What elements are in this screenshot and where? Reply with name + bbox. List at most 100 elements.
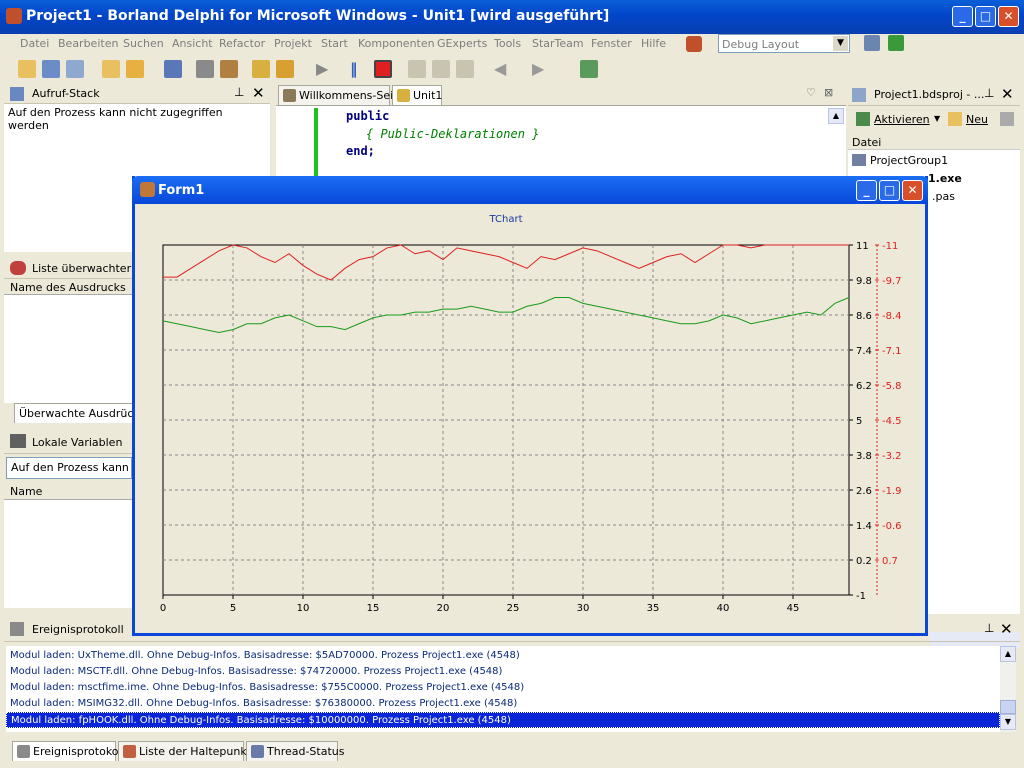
forward-arrow-icon[interactable]: ▶	[532, 60, 550, 78]
code-line-comment: { Public-Deklarationen }	[366, 127, 540, 141]
form-close-button[interactable]: ✕	[902, 180, 923, 201]
project-col-file[interactable]: Datei	[848, 134, 1020, 150]
event-log-line[interactable]: Modul laden: MSCTF.dll. Ohne Debug-Infos…	[6, 664, 1000, 680]
scroll-thumb[interactable]	[1000, 700, 1016, 714]
menu-starteam[interactable]: StarTeam	[532, 37, 584, 50]
activate-button[interactable]: Aktivieren	[874, 113, 930, 126]
tab-unit1[interactable]: Unit1	[392, 85, 442, 105]
scroll-up-icon[interactable]: ▲	[1000, 646, 1016, 662]
save-layout-icon[interactable]	[864, 35, 880, 51]
close-button[interactable]: ✕	[998, 6, 1019, 27]
step-over-icon[interactable]	[432, 60, 450, 78]
y-tick-label: 1.4	[856, 521, 872, 532]
menu-datei[interactable]: Datei	[20, 37, 49, 50]
y2-tick-label: -9.7	[882, 276, 902, 287]
close-panel-icon[interactable]: ✕	[252, 84, 265, 102]
pin-icon[interactable]: ⊥	[984, 621, 994, 635]
project-exe[interactable]: 1.exe	[928, 172, 962, 185]
menu-hilfe[interactable]: Hilfe	[641, 37, 666, 50]
toolbar: ▶ ‖ ◀ ▶	[4, 56, 604, 84]
event-log-line-selected[interactable]: Modul laden: fpHOOK.dll. Ohne Debug-Info…	[6, 712, 1000, 728]
pause-icon[interactable]: ‖	[350, 60, 368, 78]
chevron-down-icon[interactable]: ▼	[833, 36, 848, 51]
form-maximize-button[interactable]: □	[879, 180, 900, 201]
save-icon[interactable]	[164, 60, 182, 78]
menu-gexperts[interactable]: GExperts	[437, 37, 487, 50]
menu-komponenten[interactable]: Komponenten	[358, 37, 435, 50]
remove-file-icon[interactable]	[276, 60, 294, 78]
open-project-icon[interactable]	[126, 60, 144, 78]
new-icon[interactable]	[18, 60, 36, 78]
chevron-down-icon[interactable]: ▼	[934, 114, 940, 123]
y2-tick-label: -4.5	[882, 416, 902, 427]
delphi-app-icon	[6, 8, 22, 24]
add-file-icon[interactable]	[252, 60, 270, 78]
scroll-up-icon[interactable]: ▲	[828, 108, 844, 124]
tab-thread-status[interactable]: Thread-Status	[246, 741, 344, 761]
menu-tools[interactable]: Tools	[494, 37, 521, 50]
project-pas[interactable]: .pas	[932, 190, 955, 203]
project-group[interactable]: ProjectGroup1	[870, 154, 948, 167]
callstack-icon	[10, 87, 24, 101]
pin-icon[interactable]: ⊥	[234, 85, 244, 99]
run-layout-icon[interactable]	[888, 35, 904, 51]
menu-ansicht[interactable]: Ansicht	[172, 37, 213, 50]
pin-icon[interactable]: ⊥	[984, 86, 994, 100]
open-icon[interactable]	[42, 60, 60, 78]
menu-start[interactable]: Start	[321, 37, 348, 50]
x-tick-label: 0	[160, 603, 166, 614]
view-form-icon[interactable]	[220, 60, 238, 78]
code-editor[interactable]: public { Public-Deklarationen } end; ▲	[276, 105, 846, 184]
close-tab-icon[interactable]: ⊠	[824, 86, 833, 99]
form-icon	[140, 182, 155, 197]
menu-projekt[interactable]: Projekt	[274, 37, 312, 50]
remove-icon[interactable]	[1000, 112, 1014, 126]
y-tick-label: 9.8	[856, 276, 872, 287]
chart-title: TChart	[488, 214, 522, 225]
tab-breakpoints[interactable]: Liste der Haltepunkte	[118, 741, 258, 761]
view-unit-icon[interactable]	[196, 60, 214, 78]
run-icon[interactable]: ▶	[316, 60, 334, 78]
event-log-scrollbar[interactable]: ▲ ▼	[1000, 646, 1016, 732]
tab-watch[interactable]: Überwachte Ausdrücke	[14, 403, 152, 423]
favorite-icon[interactable]: ♡	[806, 86, 816, 99]
close-panel-icon[interactable]: ✕	[1001, 85, 1014, 103]
new-project-icon[interactable]	[102, 60, 120, 78]
unit-file-icon	[397, 89, 410, 102]
run-to-cursor-icon[interactable]	[456, 60, 474, 78]
layout-select[interactable]: Debug Layout ▼	[718, 34, 850, 53]
back-arrow-icon[interactable]: ◀	[494, 60, 512, 78]
event-log-list[interactable]: Modul laden: UxTheme.dll. Ohne Debug-Inf…	[6, 646, 1000, 732]
y-tick-label: 6.2	[856, 381, 872, 392]
watch-col-name[interactable]: Name des Ausdrucks	[10, 281, 126, 294]
maximize-button[interactable]: □	[975, 6, 996, 27]
delphi-helmet-icon	[686, 36, 702, 52]
glasses-icon	[10, 261, 26, 275]
save-all-icon[interactable]	[66, 60, 84, 78]
menu-suchen[interactable]: Suchen	[123, 37, 164, 50]
menu-bearbeiten[interactable]: Bearbeiten	[58, 37, 118, 50]
menu-refactor[interactable]: Refactor	[219, 37, 265, 50]
event-log-line[interactable]: Modul laden: MSIMG32.dll. Ohne Debug-Inf…	[6, 696, 1000, 712]
new-button[interactable]: Neu	[966, 113, 988, 126]
event-log-line[interactable]: Modul laden: msctfime.ime. Ohne Debug-In…	[6, 680, 1000, 696]
event-log-line[interactable]: Modul laden: UxTheme.dll. Ohne Debug-Inf…	[6, 648, 1000, 664]
locals-col-name[interactable]: Name	[10, 485, 42, 498]
close-panel-icon[interactable]: ✕	[1000, 620, 1013, 638]
x-tick-label: 40	[717, 603, 730, 614]
locals-title: Lokale Variablen	[32, 436, 123, 449]
trace-into-icon[interactable]	[408, 60, 426, 78]
form-minimize-button[interactable]: _	[856, 180, 877, 201]
menu-fenster[interactable]: Fenster	[591, 37, 632, 50]
scroll-down-icon[interactable]: ▼	[1000, 714, 1016, 730]
tab-event-log[interactable]: Ereignisprotokoll	[12, 741, 125, 761]
stop-icon[interactable]	[374, 60, 392, 78]
x-tick-label: 35	[647, 603, 660, 614]
event-log-icon	[10, 622, 24, 636]
help-book-icon[interactable]	[580, 60, 598, 78]
minimize-button[interactable]: _	[952, 6, 973, 27]
y2-tick-label: -3.2	[882, 451, 902, 462]
title-bar: Project1 - Borland Delphi for Microsoft …	[0, 0, 1024, 34]
tab-welcome[interactable]: Willkommens-Seite	[278, 85, 404, 105]
tab-thread-status-label: Thread-Status	[267, 745, 345, 758]
